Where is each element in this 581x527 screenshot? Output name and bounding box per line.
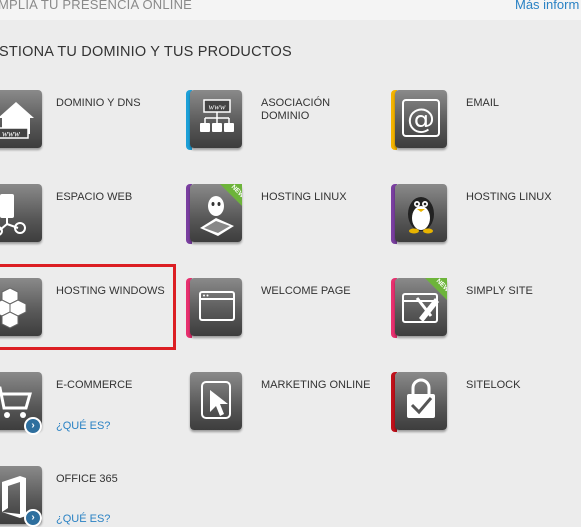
label-office-365[interactable]: OFFICE 365 [56,473,171,486]
label-marketing-online[interactable]: MARKETING ONLINE [261,379,376,392]
tile-marketing-online[interactable] [186,372,246,432]
tile-hosting-linux-new[interactable]: NEW [186,184,246,244]
label-hosting-linux-new[interactable]: HOSTING LINUX [261,191,376,204]
top-bar: MPLIA TU PRESENCIA ONLINE Más inform [0,0,581,20]
more-info-link[interactable]: Más inform [515,0,579,12]
label-simply-site[interactable]: SIMPLY SITE [466,285,581,298]
tile-sitelock[interactable] [391,372,451,432]
info-icon[interactable]: › [24,509,42,527]
cursor-window-icon [190,372,242,430]
house-www-icon: www [0,90,42,148]
new-badge: NEW [220,184,242,206]
penguin-icon [395,184,447,242]
tile-espacio-web[interactable] [0,184,60,244]
selection-highlight [0,264,176,350]
promo-heading: MPLIA TU PRESENCIA ONLINE [0,0,193,12]
label-asociacion-dominio[interactable]: ASOCIACIÓN DOMINIO [261,97,376,123]
tile-simply-site[interactable]: NEW [391,278,451,338]
tile-hosting-linux[interactable] [391,184,451,244]
office-info-link[interactable]: ¿QUÉ ES? [56,513,110,525]
svg-text:@: @ [407,102,435,135]
at-sign-icon: @ [395,90,447,148]
tile-email[interactable]: @ [391,90,451,150]
browser-window-icon [190,278,242,336]
tile-dominio-dns[interactable]: www [0,90,60,150]
label-email[interactable]: EMAIL [466,97,581,110]
tile-welcome-page[interactable] [186,278,246,338]
label-espacio-web[interactable]: ESPACIO WEB [56,191,171,204]
lock-check-icon [395,372,447,430]
new-badge: NEW [425,278,447,300]
ecommerce-info-link[interactable]: ¿QUÉ ES? [56,420,110,432]
label-dominio-dns[interactable]: DOMINIO Y DNS [56,97,171,110]
network-www-icon: www [190,90,242,148]
section-title: STIONA TU DOMINIO Y TUS PRODUCTOS [0,44,292,60]
tile-asociacion-dominio[interactable]: www [186,90,246,150]
label-sitelock[interactable]: SITELOCK [466,379,581,392]
label-hosting-linux[interactable]: HOSTING LINUX [466,191,581,204]
svg-text:www: www [2,129,20,139]
label-e-commerce[interactable]: E-COMMERCE [56,379,171,392]
server-connection-icon [0,184,42,242]
svg-text:www: www [208,102,225,112]
info-icon[interactable]: › [24,417,42,435]
label-welcome-page[interactable]: WELCOME PAGE [261,285,376,298]
